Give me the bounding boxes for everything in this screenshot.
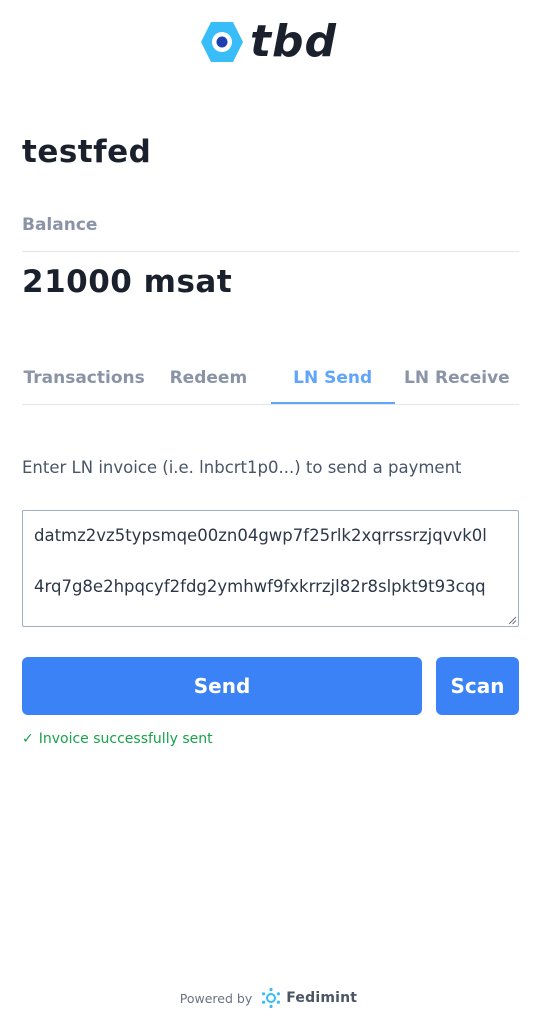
invoice-input[interactable]: datmz2vz5typsmqe00zn04gwp7f25rlk2xqrrssr… xyxy=(22,510,519,627)
balance-divider xyxy=(22,251,519,252)
fedimint-brand-text: Fedimint xyxy=(286,990,358,1006)
tab-redeem[interactable]: Redeem xyxy=(146,358,270,404)
logo-text: tbd xyxy=(249,16,338,67)
balance-value: 21000 msat xyxy=(22,264,233,300)
fedimint-icon xyxy=(262,987,281,1009)
resize-handle-icon[interactable] xyxy=(507,615,517,625)
invoice-text: datmz2vz5typsmqe00zn04gwp7f25rlk2xqrrssr… xyxy=(34,511,514,626)
app-logo: tbd xyxy=(0,20,537,64)
tab-transactions[interactable]: Transactions xyxy=(22,358,146,404)
scan-button[interactable]: Scan xyxy=(436,657,519,715)
tab-ln-receive[interactable]: LN Receive xyxy=(395,358,519,404)
send-button[interactable]: Send xyxy=(22,657,422,715)
powered-by-label: Powered by xyxy=(179,990,253,1006)
invoice-line: datmz2vz5typsmqe00zn04gwp7f25rlk2xqrrssr… xyxy=(34,526,487,546)
invoice-prompt: Enter LN invoice (i.e. lnbcrt1p0...) to … xyxy=(22,458,462,477)
check-icon: ✓ xyxy=(22,731,34,747)
balance-label: Balance xyxy=(22,215,98,235)
hexagon-ring-icon xyxy=(200,22,243,62)
tab-bar: Transactions Redeem LN Send LN Receive xyxy=(22,358,519,404)
fedimint-logo[interactable]: Fedimint xyxy=(260,987,357,1009)
tabs-divider xyxy=(22,404,519,405)
status-message: ✓ Invoice successfully sent xyxy=(22,731,213,747)
footer: Powered by Fedimint xyxy=(0,986,537,1010)
tab-ln-send[interactable]: LN Send xyxy=(270,358,395,404)
status-text: Invoice successfully sent xyxy=(38,731,213,747)
invoice-line: qqqqqqqqqqyqqqqqqqqqqqqqqqqrcr323g5lwrra… xyxy=(34,624,514,626)
federation-name: testfed xyxy=(22,134,152,170)
invoice-line: 4rq7g8e2hpqcyf2fdg2ymhwf9fxkrrzjl82r8slp… xyxy=(34,576,486,596)
